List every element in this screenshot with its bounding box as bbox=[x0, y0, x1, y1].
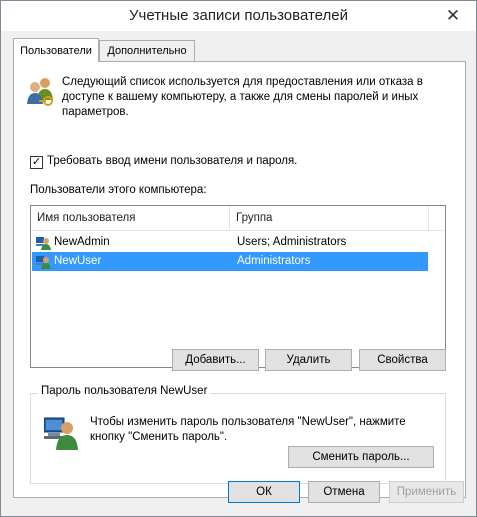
ok-button[interactable]: ОК bbox=[228, 481, 300, 503]
user-accounts-window: Учетные записи пользователей ✕ Пользоват… bbox=[0, 0, 477, 517]
password-info-text: Чтобы изменить пароль пользователя "NewU… bbox=[90, 416, 406, 443]
column-header-group[interactable]: Группа bbox=[236, 212, 272, 224]
cell-username: NewAdmin bbox=[54, 236, 110, 248]
password-group-title: Пароль пользователя NewUser bbox=[38, 385, 211, 397]
close-icon: ✕ bbox=[445, 5, 461, 25]
apply-button[interactable]: Применить bbox=[389, 481, 464, 503]
user-icon bbox=[36, 256, 51, 269]
check-icon: ✓ bbox=[31, 156, 42, 168]
tab-label: Дополнительно bbox=[107, 45, 187, 57]
description-text: Следующий список используется для предос… bbox=[62, 76, 423, 118]
dialog-client-area: Пользователи Дополнительно Следующий спи… bbox=[1, 31, 476, 516]
table-row[interactable]: NewUser Administrators bbox=[32, 252, 428, 271]
table-row[interactable]: NewAdmin Users; Administrators bbox=[32, 233, 428, 252]
cell-group: Administrators bbox=[237, 255, 311, 267]
users-list-label: Пользователи этого компьютера: bbox=[30, 184, 207, 196]
user-icon bbox=[36, 237, 51, 250]
cell-group: Users; Administrators bbox=[237, 236, 347, 248]
add-user-button[interactable]: Добавить... bbox=[172, 349, 259, 371]
tab-users[interactable]: Пользователи bbox=[13, 38, 99, 62]
column-divider[interactable] bbox=[229, 206, 230, 230]
list-header: Имя пользователя Группа bbox=[31, 206, 445, 231]
tab-advanced[interactable]: Дополнительно bbox=[99, 40, 195, 61]
computer-user-icon bbox=[44, 417, 78, 450]
title-bar[interactable]: Учетные записи пользователей ✕ bbox=[1, 1, 476, 31]
properties-button[interactable]: Свойства bbox=[359, 349, 446, 371]
users-list[interactable]: Имя пользователя Группа NewAdmin Users; … bbox=[30, 205, 446, 368]
users-keys-icon bbox=[27, 78, 53, 106]
cancel-button[interactable]: Отмена bbox=[308, 481, 380, 503]
require-login-checkbox[interactable]: ✓ bbox=[30, 156, 43, 169]
remove-user-button[interactable]: Удалить bbox=[265, 349, 352, 371]
users-tab-panel: Следующий список используется для предос… bbox=[13, 61, 466, 498]
column-header-username[interactable]: Имя пользователя bbox=[37, 212, 135, 224]
require-login-label[interactable]: Требовать ввод имени пользователя и паро… bbox=[47, 155, 297, 167]
tab-label: Пользователи bbox=[20, 44, 92, 57]
change-password-button[interactable]: Сменить пароль... bbox=[288, 446, 434, 468]
column-divider[interactable] bbox=[428, 206, 429, 230]
cell-username: NewUser bbox=[54, 255, 102, 267]
close-button[interactable]: ✕ bbox=[430, 1, 476, 30]
window-title: Учетные записи пользователей bbox=[129, 7, 348, 24]
